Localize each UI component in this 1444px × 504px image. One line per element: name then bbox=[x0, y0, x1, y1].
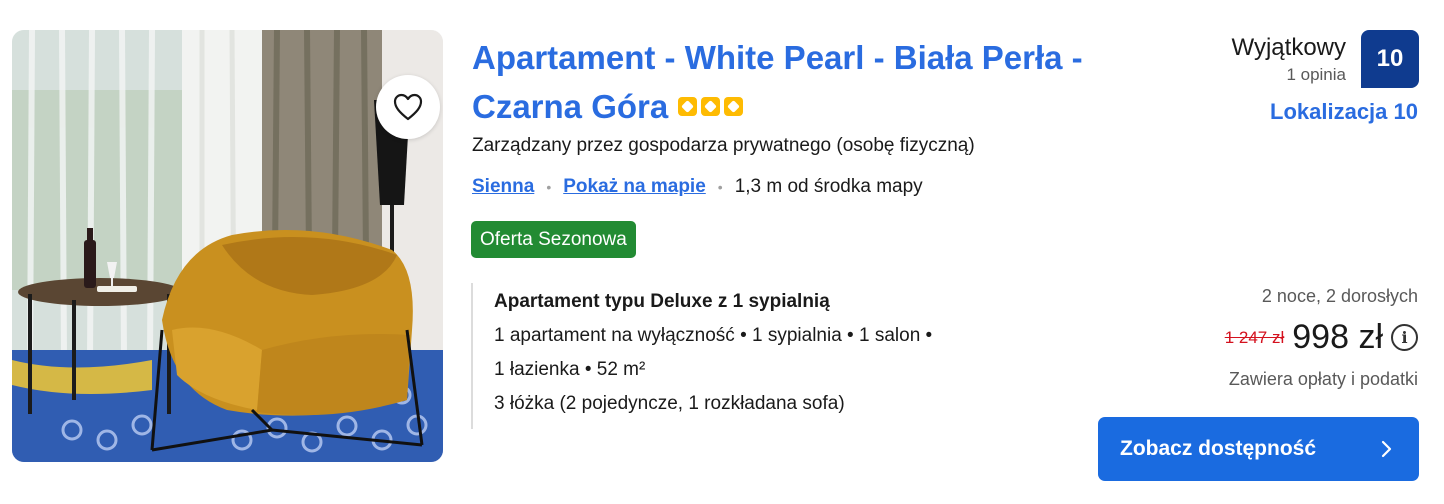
distance-text: 1,3 m od środka mapy bbox=[734, 176, 923, 197]
rating-word: Wyjątkowy bbox=[1231, 34, 1346, 61]
seasonal-offer-badge: Oferta Sezonowa bbox=[471, 221, 636, 258]
current-price: 998 zł bbox=[1292, 318, 1383, 356]
info-icon[interactable]: i bbox=[1391, 324, 1418, 351]
property-photo[interactable] bbox=[12, 30, 443, 462]
room-beds-line: 3 łóżka (2 pojedyncze, 1 rozkładana sofa… bbox=[494, 393, 845, 414]
review-score-badge[interactable]: 10 bbox=[1361, 30, 1419, 88]
room-info: Apartament typu Deluxe z 1 sypialnią 1 a… bbox=[471, 283, 932, 429]
original-price: 1 247 zł bbox=[1224, 327, 1285, 347]
property-title-block: Apartament - White Pearl - Biała Perła -… bbox=[472, 33, 1172, 131]
taxes-note: Zawiera opłaty i podatki bbox=[1228, 369, 1418, 389]
rating-summary[interactable]: Wyjątkowy 1 opinia bbox=[1232, 33, 1346, 85]
host-type: Zarządzany przez gospodarza prywatnego (… bbox=[472, 135, 975, 156]
separator-dot: • bbox=[546, 179, 552, 195]
price-row: 1 247 zł 998 zł i bbox=[1225, 318, 1418, 357]
show-on-map-link[interactable]: Pokaż na mapie bbox=[563, 176, 706, 198]
property-title[interactable]: Apartament - White Pearl - Biała Perła -… bbox=[472, 39, 1083, 125]
property-card: Apartament - White Pearl - Biała Perła -… bbox=[0, 0, 1444, 504]
star-icon bbox=[724, 96, 744, 116]
room-details-line: 1 łazienka • 52 m² bbox=[494, 359, 646, 380]
see-availability-label: Zobacz dostępność bbox=[1120, 437, 1317, 460]
room-details-line: 1 apartament na wyłączność • 1 sypialnia… bbox=[494, 325, 933, 346]
chevron-right-icon bbox=[1381, 440, 1392, 458]
location-line: Sienna • Pokaż na mapie • 1,3 m od środk… bbox=[472, 176, 923, 198]
heart-icon bbox=[393, 93, 423, 121]
stay-summary: 2 noce, 2 dorosłych bbox=[1261, 286, 1418, 306]
see-availability-button[interactable]: Zobacz dostępność bbox=[1098, 417, 1419, 481]
room-name: Apartament typu Deluxe z 1 sypialnią bbox=[494, 291, 830, 312]
separator-dot: • bbox=[717, 179, 723, 195]
star-icon bbox=[678, 96, 698, 116]
review-count: 1 opinia bbox=[1286, 65, 1346, 84]
location-score: Lokalizacja 10 bbox=[1270, 99, 1418, 124]
location-link[interactable]: Sienna bbox=[472, 176, 534, 198]
favorite-button[interactable] bbox=[376, 75, 440, 139]
star-icon bbox=[701, 96, 721, 116]
star-rating bbox=[678, 96, 744, 116]
